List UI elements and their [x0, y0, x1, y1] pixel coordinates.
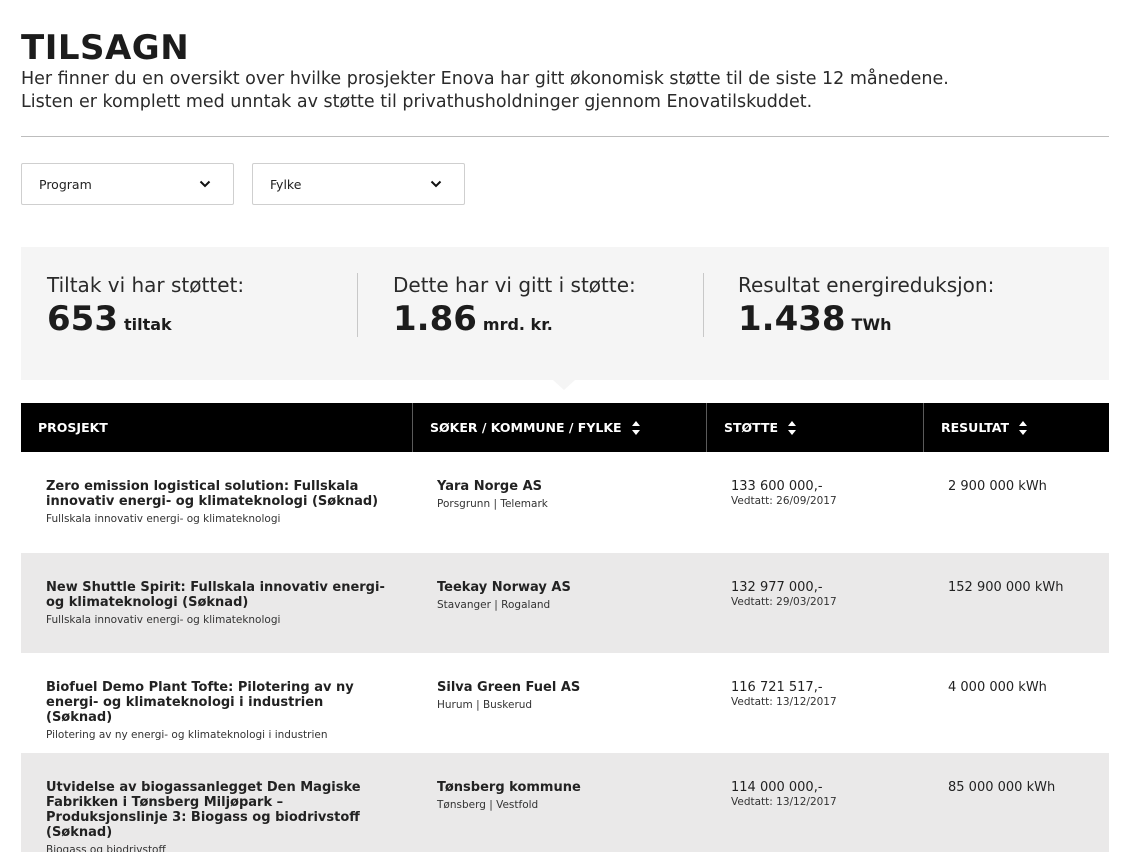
sort-icon	[1019, 420, 1027, 435]
fylke-select-label: Fylke	[270, 177, 302, 192]
stat-divider	[357, 273, 358, 337]
project-name[interactable]: Zero emission logistical solution: Fulls…	[46, 479, 391, 509]
stat-tiltak: Tiltak vi har støttet: 653 tiltak	[47, 273, 367, 339]
chevron-down-icon	[430, 180, 442, 188]
stat-label: Resultat energireduksjon:	[738, 273, 995, 297]
support-amount: 116 721 517,-	[731, 680, 823, 695]
decision-date: Vedtatt: 13/12/2017	[731, 796, 837, 808]
column-header-label: STØTTE	[724, 420, 779, 435]
applicant-cell: Yara Norge AS Porsgrunn | Telemark	[437, 479, 697, 510]
applicant-name: Silva Green Fuel AS	[437, 680, 581, 695]
project-cell: Utvidelse av biogassanlegget Den Magiske…	[46, 780, 391, 852]
support-cell: 133 600 000,- Vedtatt: 26/09/2017	[731, 479, 931, 507]
applicant-cell: Tønsberg kommune Tønsberg | Vestfold	[437, 780, 697, 811]
stat-label: Dette har vi gitt i støtte:	[393, 273, 636, 297]
table-row[interactable]: Biofuel Demo Plant Tofte: Pilotering av …	[21, 653, 1109, 753]
applicant-location: Stavanger | Rogaland	[437, 599, 551, 611]
page-intro: Her finner du en oversikt over hvilke pr…	[21, 68, 949, 114]
decision-date: Vedtatt: 26/09/2017	[731, 495, 837, 507]
support-cell: 114 000 000,- Vedtatt: 13/12/2017	[731, 780, 931, 808]
tilsagn-page: TILSAGN Her finner du en oversikt over h…	[0, 0, 1122, 852]
decision-date: Vedtatt: 13/12/2017	[731, 696, 837, 708]
stat-unit: TWh	[851, 315, 892, 334]
result-value: 2 900 000 kWh	[948, 479, 1047, 494]
project-cell: Zero emission logistical solution: Fulls…	[46, 479, 391, 525]
intro-line-1: Her finner du en oversikt over hvilke pr…	[21, 69, 949, 89]
applicant-location: Tønsberg | Vestfold	[437, 799, 539, 811]
applicant-name: Tønsberg kommune	[437, 780, 581, 795]
support-amount: 114 000 000,-	[731, 780, 823, 795]
program-select-label: Program	[39, 177, 92, 192]
column-header-label: PROSJEKT	[38, 420, 108, 435]
page-title: TILSAGN	[21, 28, 190, 68]
column-header-label: RESULTAT	[941, 420, 1009, 435]
project-program: Pilotering av ny energi- og klimateknolo…	[46, 729, 328, 741]
project-program: Fullskala innovativ energi- og klimatekn…	[46, 513, 281, 525]
applicant-cell: Silva Green Fuel AS Hurum | Buskerud	[437, 680, 697, 711]
project-cell: New Shuttle Spirit: Fullskala innovativ …	[46, 580, 391, 626]
fylke-select[interactable]: Fylke	[252, 163, 465, 205]
project-name[interactable]: Biofuel Demo Plant Tofte: Pilotering av …	[46, 680, 391, 725]
support-amount: 133 600 000,-	[731, 479, 823, 494]
stat-unit: mrd. kr.	[482, 315, 553, 334]
decision-date: Vedtatt: 29/03/2017	[731, 596, 837, 608]
applicant-location: Hurum | Buskerud	[437, 699, 533, 711]
column-header-label: SØKER / KOMMUNE / FYLKE	[430, 420, 622, 435]
sort-icon	[788, 420, 797, 435]
sort-icon	[631, 420, 640, 435]
stat-value: 1.86	[393, 299, 477, 339]
stat-stotte: Dette har vi gitt i støtte: 1.86 mrd. kr.	[393, 273, 713, 339]
project-program: Biogass og biodrivstoff	[46, 844, 166, 852]
column-header-prosjekt[interactable]: PROSJEKT	[21, 403, 412, 452]
stat-value: 1.438	[738, 299, 846, 339]
result-value: 4 000 000 kWh	[948, 680, 1047, 695]
intro-line-2: Listen er komplett med unntak av støtte …	[21, 92, 813, 112]
column-header-resultat[interactable]: RESULTAT	[924, 403, 1109, 452]
result-value: 152 900 000 kWh	[948, 580, 1064, 595]
stat-unit: tiltak	[123, 315, 172, 334]
chevron-down-icon	[199, 180, 211, 188]
applicant-location: Porsgrunn | Telemark	[437, 498, 548, 510]
project-name[interactable]: New Shuttle Spirit: Fullskala innovativ …	[46, 580, 391, 610]
stat-value: 653	[47, 299, 118, 339]
column-header-stotte[interactable]: STØTTE	[707, 403, 923, 452]
applicant-name: Teekay Norway AS	[437, 580, 571, 595]
support-cell: 116 721 517,- Vedtatt: 13/12/2017	[731, 680, 931, 708]
project-cell: Biofuel Demo Plant Tofte: Pilotering av …	[46, 680, 391, 741]
support-amount: 132 977 000,-	[731, 580, 823, 595]
table-row[interactable]: Zero emission logistical solution: Fulls…	[21, 452, 1109, 552]
result-value: 85 000 000 kWh	[948, 780, 1056, 795]
stat-divider	[703, 273, 704, 337]
project-name[interactable]: Utvidelse av biogassanlegget Den Magiske…	[46, 780, 391, 840]
project-program: Fullskala innovativ energi- og klimatekn…	[46, 614, 281, 626]
stats-pointer	[553, 380, 575, 390]
header-divider	[21, 136, 1109, 137]
stat-label: Tiltak vi har støttet:	[47, 273, 245, 297]
column-header-soker[interactable]: SØKER / KOMMUNE / FYLKE	[413, 403, 706, 452]
table-header: PROSJEKT SØKER / KOMMUNE / FYLKE STØTTE …	[21, 403, 1109, 452]
support-cell: 132 977 000,- Vedtatt: 29/03/2017	[731, 580, 931, 608]
table-row[interactable]: New Shuttle Spirit: Fullskala innovativ …	[21, 553, 1109, 653]
applicant-cell: Teekay Norway AS Stavanger | Rogaland	[437, 580, 697, 611]
stats-panel: Tiltak vi har støttet: 653 tiltak Dette h…	[21, 247, 1109, 390]
program-select[interactable]: Program	[21, 163, 234, 205]
table-row[interactable]: Utvidelse av biogassanlegget Den Magiske…	[21, 753, 1109, 852]
stat-energireduksjon: Resultat energireduksjon: 1.438 TWh	[738, 273, 1058, 339]
applicant-name: Yara Norge AS	[437, 479, 542, 494]
